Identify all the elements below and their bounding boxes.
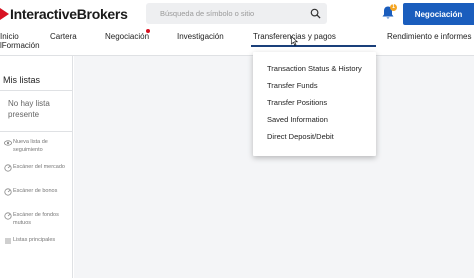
main-nav: Inicio Cartera Negociación Investigación… [0,28,474,50]
transfers-dropdown-menu: Transaction Status & History Transfer Fu… [253,52,376,156]
search-box[interactable] [146,3,327,24]
sidebar-item-new-watchlist[interactable]: Nueva lista de seguimiento [4,138,70,154]
sidebar-title: Mis listas [3,75,41,85]
radar-icon [4,164,12,172]
nav-item-inicio[interactable]: Inicio [0,32,19,41]
radar-icon [4,212,12,220]
sidebar-item-fund-scanner[interactable]: Escáner de fondos mutuos [4,211,70,227]
radar-icon [4,188,12,196]
eye-icon [4,140,12,146]
sidebar-item-label: Escáner de fondos mutuos [13,212,59,226]
logo[interactable]: InteractiveBrokers [0,5,128,23]
sidebar-divider [0,90,73,91]
notification-badge: 1 [390,4,397,11]
sidebar-item-label: Escáner de bonos [13,188,58,194]
sidebar-item-label: Escáner del mercado [13,164,65,170]
nav-item-rendimiento[interactable]: Rendimiento e informes [387,32,471,41]
menu-item-transfer-positions[interactable]: Transfer Positions [267,98,327,107]
sidebar-item-market-scanner[interactable]: Escáner del mercado [4,163,70,172]
logo-text: InteractiveBrokers [10,6,128,22]
sidebar-divider [0,131,73,132]
nav-item-investigacion[interactable]: Investigación [177,32,224,41]
trade-button[interactable]: Negociación [403,3,474,25]
sidebar-item-top-lists[interactable]: Listas principales [4,236,70,245]
nav-item-cartera[interactable]: Cartera [50,32,77,41]
active-tab-indicator [251,45,376,47]
menu-item-saved-information[interactable]: Saved Information [267,115,328,124]
menu-item-transfer-funds[interactable]: Transfer Funds [267,81,318,90]
nav-alert-dot [146,29,150,33]
top-header: InteractiveBrokers 1 Negociación [0,0,474,28]
search-icon[interactable] [310,8,321,19]
menu-item-direct-deposit[interactable]: Direct Deposit/Debit [267,132,334,141]
menu-item-transaction-status[interactable]: Transaction Status & History [267,64,362,73]
logo-mark-icon [0,8,10,20]
search-input[interactable] [160,9,310,18]
mouse-cursor-icon [291,36,299,46]
list-icon [5,238,11,244]
sidebar: Mis listas No hay lista presente Nueva l… [0,56,73,278]
sidebar-item-bond-scanner[interactable]: Escáner de bonos [4,187,70,196]
sidebar-item-label: Listas principales [13,237,56,243]
sidebar-item-label: Nueva lista de seguimiento [13,139,48,153]
nav-item-formacion[interactable]: lFormación [0,41,40,50]
nav-item-negociacion[interactable]: Negociación [105,32,149,41]
empty-list-message: No hay lista presente [8,99,50,119]
